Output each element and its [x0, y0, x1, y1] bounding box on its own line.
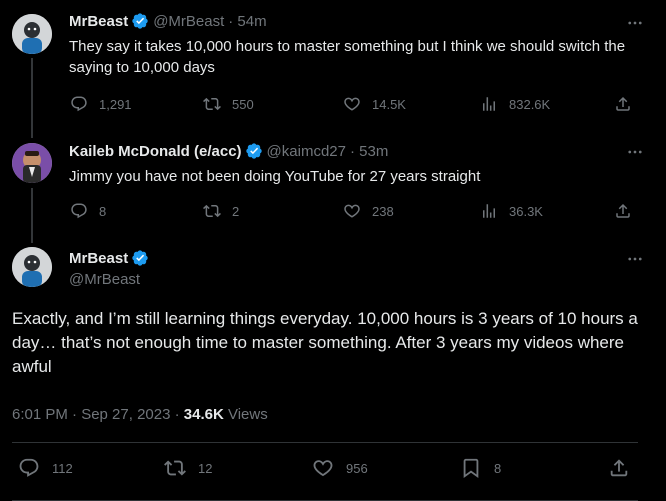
- tweet-header: Kaileb McDonald (e/acc) @kaimcd27 · 53m: [69, 142, 388, 160]
- bookmark-count: 8: [494, 460, 502, 476]
- analytics-icon: [483, 204, 495, 218]
- tweet-meta: 6:01 PM · Sep 27, 2023 · 34.6K Views: [12, 406, 268, 423]
- divider: [12, 442, 638, 443]
- handle[interactable]: @MrBeast: [69, 271, 140, 288]
- tweet-header: MrBeast: [69, 249, 149, 267]
- verified-icon: [245, 142, 263, 160]
- bookmark-icon: [463, 458, 479, 479]
- more-options-icon[interactable]: [626, 250, 644, 268]
- tweet-text: They say it takes 10,000 hours to master…: [69, 38, 626, 76]
- like-count: 14.5K: [372, 96, 406, 112]
- share-button[interactable]: [614, 202, 632, 220]
- display-name[interactable]: MrBeast: [69, 250, 128, 267]
- views-count: 36.3K: [509, 203, 543, 219]
- reply-count: 8: [99, 203, 107, 219]
- repost-button[interactable]: 550: [203, 95, 254, 113]
- reply-button[interactable]: 8: [70, 202, 106, 220]
- timestamp[interactable]: · 54m: [228, 13, 266, 30]
- repost-button[interactable]: 2: [203, 202, 239, 220]
- share-button[interactable]: [614, 95, 632, 113]
- thread-line: [31, 58, 33, 138]
- reply-icon: [71, 96, 87, 112]
- more-options-icon[interactable]: [626, 14, 644, 32]
- tweet-header: MrBeast @MrBeast · 54m: [69, 12, 267, 30]
- analytics-icon: [483, 97, 495, 111]
- main-tweet-text: Exactly, and I’m still learning things e…: [12, 309, 638, 376]
- timestamp[interactable]: · 53m: [350, 143, 388, 160]
- share-button[interactable]: [608, 457, 630, 479]
- more-options-icon[interactable]: [626, 143, 644, 161]
- share-icon: [616, 96, 630, 111]
- share-icon: [610, 459, 628, 477]
- avatar[interactable]: [12, 14, 52, 54]
- heart-icon: [344, 97, 360, 111]
- repost-button[interactable]: 12: [164, 457, 212, 479]
- tweet-text: Jimmy you have not been doing YouTube fo…: [69, 168, 481, 185]
- thread-line: [31, 188, 33, 243]
- reply-button[interactable]: 112: [18, 457, 73, 479]
- reply-icon: [71, 203, 87, 219]
- verified-icon: [131, 12, 149, 30]
- share-icon: [616, 203, 630, 218]
- heart-icon: [313, 460, 333, 477]
- heart-icon: [344, 204, 360, 218]
- handle[interactable]: @kaimcd27: [267, 143, 346, 160]
- verified-icon: [131, 249, 149, 267]
- reply-count: 1,291: [99, 96, 132, 112]
- views-button[interactable]: 832.6K: [480, 95, 550, 113]
- views-count: 832.6K: [509, 96, 551, 112]
- like-button[interactable]: 956: [312, 457, 368, 479]
- views-count: 34.6K: [183, 406, 224, 423]
- repost-count: 12: [198, 460, 213, 476]
- like-button[interactable]: 14.5K: [343, 95, 406, 113]
- handle[interactable]: @MrBeast: [153, 13, 224, 30]
- views-label: Views: [223, 406, 268, 423]
- post-timestamp[interactable]: 6:01 PM · Sep 27, 2023 ·: [12, 406, 184, 423]
- avatar[interactable]: [12, 143, 52, 183]
- display-name[interactable]: Kaileb McDonald (e/acc): [69, 143, 242, 160]
- repost-count: 550: [232, 96, 254, 112]
- avatar[interactable]: [12, 247, 52, 287]
- reply-icon: [19, 458, 39, 477]
- reply-count: 112: [52, 460, 73, 476]
- tweet-handle-row: @MrBeast: [69, 271, 140, 288]
- bookmark-button[interactable]: 8: [460, 457, 501, 479]
- repost-count: 2: [232, 203, 240, 219]
- repost-icon: [203, 97, 221, 111]
- repost-icon: [203, 204, 221, 218]
- like-count: 956: [346, 460, 368, 476]
- like-button[interactable]: 238: [343, 202, 394, 220]
- repost-icon: [164, 460, 186, 476]
- views-button[interactable]: 36.3K: [480, 202, 543, 220]
- like-count: 238: [372, 203, 394, 219]
- reply-button[interactable]: 1,291: [70, 95, 132, 113]
- display-name[interactable]: MrBeast: [69, 13, 128, 30]
